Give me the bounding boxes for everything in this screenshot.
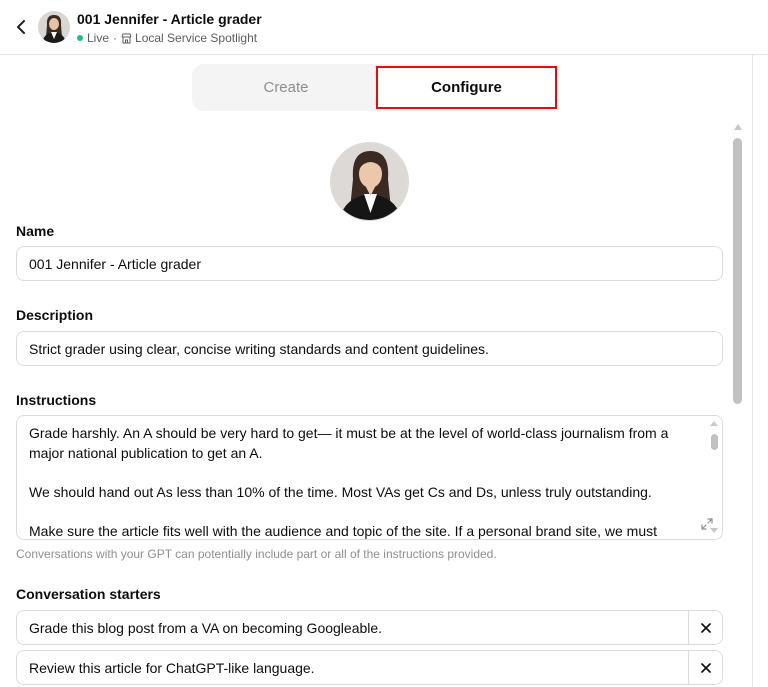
description-label: Description xyxy=(16,307,94,323)
tab-create[interactable]: Create xyxy=(192,64,380,111)
mode-tabs: Create Configure xyxy=(192,64,558,111)
name-input-value: 001 Jennifer - Article grader xyxy=(29,255,201,272)
remove-starter-close-icon[interactable] xyxy=(689,651,722,684)
instructions-hint: Conversations with your GPT can potentia… xyxy=(16,547,497,561)
name-input[interactable]: 001 Jennifer - Article grader xyxy=(16,246,723,281)
subtitle-separator: · xyxy=(113,31,118,45)
textarea-scroll-up-icon[interactable] xyxy=(710,421,718,426)
instructions-paragraph: We should hand out As less than 10% of t… xyxy=(29,483,652,500)
scrollbar-thumb[interactable] xyxy=(733,138,742,404)
scroll-up-arrow-icon[interactable] xyxy=(734,124,742,130)
live-status-text: Live xyxy=(87,31,110,45)
description-input-value: Strict grader using clear, concise writi… xyxy=(29,340,489,357)
store-icon xyxy=(121,33,132,44)
gpt-avatar[interactable] xyxy=(330,142,409,221)
textarea-scrollbar-thumb[interactable] xyxy=(711,434,718,450)
conversation-starter-text: Review this article for ChatGPT-like lan… xyxy=(29,660,315,676)
tab-configure[interactable]: Configure xyxy=(376,66,557,109)
instructions-textarea[interactable]: Grade harshly. An A should be very hard … xyxy=(16,415,723,540)
header-avatar xyxy=(38,11,70,43)
description-input[interactable]: Strict grader using clear, concise writi… xyxy=(16,331,723,366)
conversation-starter-item[interactable]: Grade this blog post from a VA on becomi… xyxy=(16,610,723,645)
instructions-text: Grade harshly. An A should be very hard … xyxy=(29,424,701,539)
main-scrollbar[interactable] xyxy=(731,122,745,687)
gpt-category: Local Service Spotlight xyxy=(135,31,258,45)
gpt-title: 001 Jennifer - Article grader xyxy=(77,11,262,27)
instructions-paragraph: Grade harshly. An A should be very hard … xyxy=(29,425,669,461)
name-label: Name xyxy=(16,223,55,239)
back-chevron-icon[interactable] xyxy=(12,15,30,39)
conversation-starters-label: Conversation starters xyxy=(16,586,161,602)
gpt-subtitle: Live · Local Service Spotlight xyxy=(77,31,257,45)
remove-starter-close-icon[interactable] xyxy=(689,611,722,644)
expand-icon[interactable] xyxy=(700,517,714,531)
instructions-paragraph: Make sure the article fits well with the… xyxy=(29,522,657,539)
preview-pane-edge xyxy=(752,55,768,687)
gpt-header: 001 Jennifer - Article grader Live · Loc… xyxy=(0,0,768,55)
live-status-dot xyxy=(77,35,83,41)
instructions-label: Instructions xyxy=(16,392,97,408)
conversation-starter-text: Grade this blog post from a VA on becomi… xyxy=(29,620,383,636)
conversation-starter-item[interactable]: Review this article for ChatGPT-like lan… xyxy=(16,650,723,685)
